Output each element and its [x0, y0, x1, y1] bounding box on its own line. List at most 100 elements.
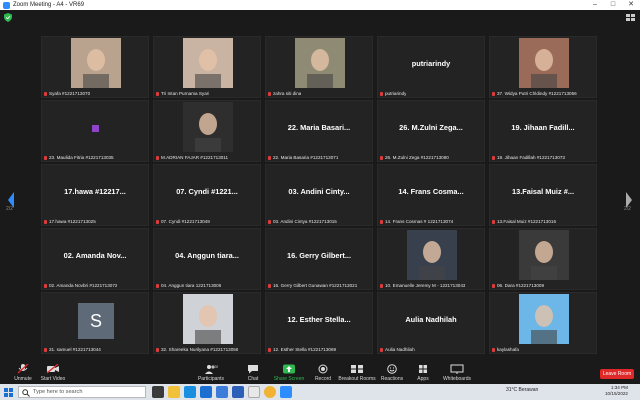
clock-date: 10/15/2022: [605, 391, 628, 396]
start-video-button[interactable]: Start Video: [30, 364, 76, 382]
participant-tile[interactable]: 14. Frans Cosma... 14. Frans Cosmas # 122…: [377, 164, 485, 226]
file-explorer-icon[interactable]: [168, 386, 180, 398]
participant-name-large: 26. M.Zulni Zega...: [399, 123, 463, 132]
participant-tile[interactable]: putriarindy putriarindy: [377, 36, 485, 98]
participant-tile[interactable]: 02. Amanda Nov... 02. Amanda Novbri #1221…: [41, 228, 149, 290]
maximize-button[interactable]: □: [604, 0, 622, 10]
participant-tile[interactable]: 03. Andini Cinty... 03. Andini Cintya #12…: [265, 164, 373, 226]
participant-tile[interactable]: 12. Esther Stella... 12. Esther Stella #1…: [265, 292, 373, 354]
participant-video: [519, 294, 569, 344]
participant-tile[interactable]: 07. Cyndi #1221... 07. Cyndi #1221713049: [153, 164, 261, 226]
taskbar-search-box[interactable]: Type here to search: [18, 386, 146, 398]
participant-tile[interactable]: S 31. samuel #1221713044: [41, 292, 149, 354]
participant-tile[interactable]: M.ADRIAN FAJAR #1221713011: [153, 100, 261, 162]
participant-tile[interactable]: 26. M.Zulni Zega... 26. M.Zulni Zega #122…: [377, 100, 485, 162]
close-button[interactable]: ✕: [622, 0, 640, 10]
mic-muted-icon: [156, 284, 159, 288]
weather-status[interactable]: 31°C Berawan: [506, 387, 538, 393]
participant-video: [407, 230, 457, 280]
participant-video: [183, 294, 233, 344]
participant-name-label: 19. Jihaan Fadillah #1221713073: [492, 155, 565, 160]
chrome-icon[interactable]: [264, 386, 276, 398]
store-icon[interactable]: [216, 386, 228, 398]
participant-name-label: 03. Andini Cintya #1221713015: [268, 219, 337, 224]
taskbar-clock[interactable]: 1:34 PM 10/15/2022: [605, 385, 628, 397]
participant-tile[interactable]: 23. Maulida Fitria #1221713035: [41, 100, 149, 162]
minimize-button[interactable]: –: [586, 0, 604, 10]
task-view-icon[interactable]: [152, 386, 164, 398]
participant-name-text: 10. Emanuelle Jeremy M - 1221713043: [385, 283, 466, 288]
participant-tile[interactable]: zahra siti dina: [265, 36, 373, 98]
security-shield-icon[interactable]: [4, 13, 12, 22]
mic-muted-icon: [268, 348, 271, 352]
participant-tile[interactable]: 04. Anggun tiara... 04. Anggun tiara 1221…: [153, 228, 261, 290]
participant-tile[interactable]: 37. Widya Putri Chldindy #1221713056: [489, 36, 597, 98]
windows-start-icon[interactable]: [4, 388, 13, 397]
participant-name-text: kaylashafa: [497, 347, 519, 352]
participant-video: [519, 230, 569, 280]
participant-tile[interactable]: Aulia Nadhilah Aulia Nadhilah: [377, 292, 485, 354]
participant-tile[interactable]: 10. Emanuelle Jeremy M - 1221713043: [377, 228, 485, 290]
participant-tile[interactable]: 17.hawa #12217... 17.hawa #1221713025: [41, 164, 149, 226]
participant-video: [71, 38, 121, 88]
participant-name-text: 14. Frans Cosmas # 1221713074: [385, 219, 454, 224]
participant-tile[interactable]: 22. Maria Basari... 22. Maria Basaria #12…: [265, 100, 373, 162]
participant-name-text: 23. Maulida Fitria #1221713035: [49, 155, 114, 160]
participant-name-label: 02. Amanda Novbri #1221713072: [44, 283, 117, 288]
participant-name-text: 19. Jihaan Fadillah #1221713073: [497, 155, 565, 160]
participant-video: [183, 38, 233, 88]
participant-name-text: M.ADRIAN FAJAR #1221713011: [161, 155, 229, 160]
meeting-top-strip: [0, 10, 640, 32]
mic-muted-icon: [380, 92, 383, 96]
participant-name-label: putriarindy: [380, 91, 406, 96]
participant-name-label: Syafa #1221713070: [44, 91, 90, 96]
participant-tile[interactable]: 06. Dara #1221713009: [489, 228, 597, 290]
mic-muted-icon: [17, 364, 29, 374]
edge-browser-icon[interactable]: [184, 386, 196, 398]
whiteboards-button[interactable]: Whiteboards: [434, 364, 480, 382]
participant-tile[interactable]: Tri Intan Purnama Syari: [153, 36, 261, 98]
participant-name-text: 26. M.Zulni Zega #1221713080: [385, 155, 449, 160]
participant-name-label: kaylashafa: [492, 347, 519, 352]
leave-room-button[interactable]: Leave Room: [600, 369, 634, 379]
participant-name-label: 06. Dara #1221713009: [492, 283, 544, 288]
participant-name-label: Aulia Nadhilah: [380, 347, 415, 352]
participant-name-label: 17.hawa #1221713025: [44, 219, 96, 224]
participant-name-large: 13.Faisal Muiz #...: [511, 187, 575, 196]
participant-name-large: putriarindy: [411, 59, 451, 68]
reactions-smile-icon: [387, 364, 397, 374]
participant-name-large: 03. Andini Cinty...: [288, 187, 350, 196]
participant-tile[interactable]: 19. Jihaan Fadill... 19. Jihaan Fadillah …: [489, 100, 597, 162]
participant-tile[interactable]: 16. Gerry Gilbert... 16. Gerry Gilbert Gu…: [265, 228, 373, 290]
word-icon[interactable]: [232, 386, 244, 398]
participant-tile[interactable]: Syafa #1221713070: [41, 36, 149, 98]
participant-name-label: 32. Shareeka Nurilyana #1221713056: [156, 347, 238, 352]
mic-muted-icon: [492, 348, 495, 352]
zoom-taskbar-icon[interactable]: [280, 386, 292, 398]
previous-page-indicator: 2/2: [6, 206, 13, 212]
participant-name-label: 04. Anggun tiara 1221713006: [156, 283, 221, 288]
view-grid-icon[interactable]: [626, 14, 636, 21]
participant-name-large: 22. Maria Basari...: [287, 123, 351, 132]
participant-name-large: Aulia Nadhilah: [405, 315, 457, 324]
mic-muted-icon: [156, 220, 159, 224]
photos-icon[interactable]: [248, 386, 260, 398]
chat-icon: [248, 365, 258, 374]
participant-name-large: 17.hawa #12217...: [64, 187, 126, 196]
zoom-logo-icon: [3, 1, 10, 9]
participants-button[interactable]: 39 Participants: [188, 364, 234, 382]
mic-muted-icon: [492, 284, 495, 288]
participant-name-label: M.ADRIAN FAJAR #1221713011: [156, 155, 228, 160]
mic-muted-icon: [44, 220, 47, 224]
mic-muted-icon: [44, 284, 47, 288]
participant-name-label: 37. Widya Putri Chldindy #1221713056: [492, 91, 577, 96]
participant-name-large: 02. Amanda Nov...: [63, 251, 127, 260]
mic-muted-icon: [156, 92, 159, 96]
participant-name-large: 14. Frans Cosma...: [398, 187, 464, 196]
mic-muted-icon: [44, 348, 47, 352]
participant-tile[interactable]: 32. Shareeka Nurilyana #1221713056: [153, 292, 261, 354]
participant-name-text: 12. Esther Stella #1221713069: [273, 347, 337, 352]
mail-icon[interactable]: [200, 386, 212, 398]
participant-tile[interactable]: kaylashafa: [489, 292, 597, 354]
participant-tile[interactable]: 13.Faisal Muiz #... 13.Faisal Muiz #12217…: [489, 164, 597, 226]
